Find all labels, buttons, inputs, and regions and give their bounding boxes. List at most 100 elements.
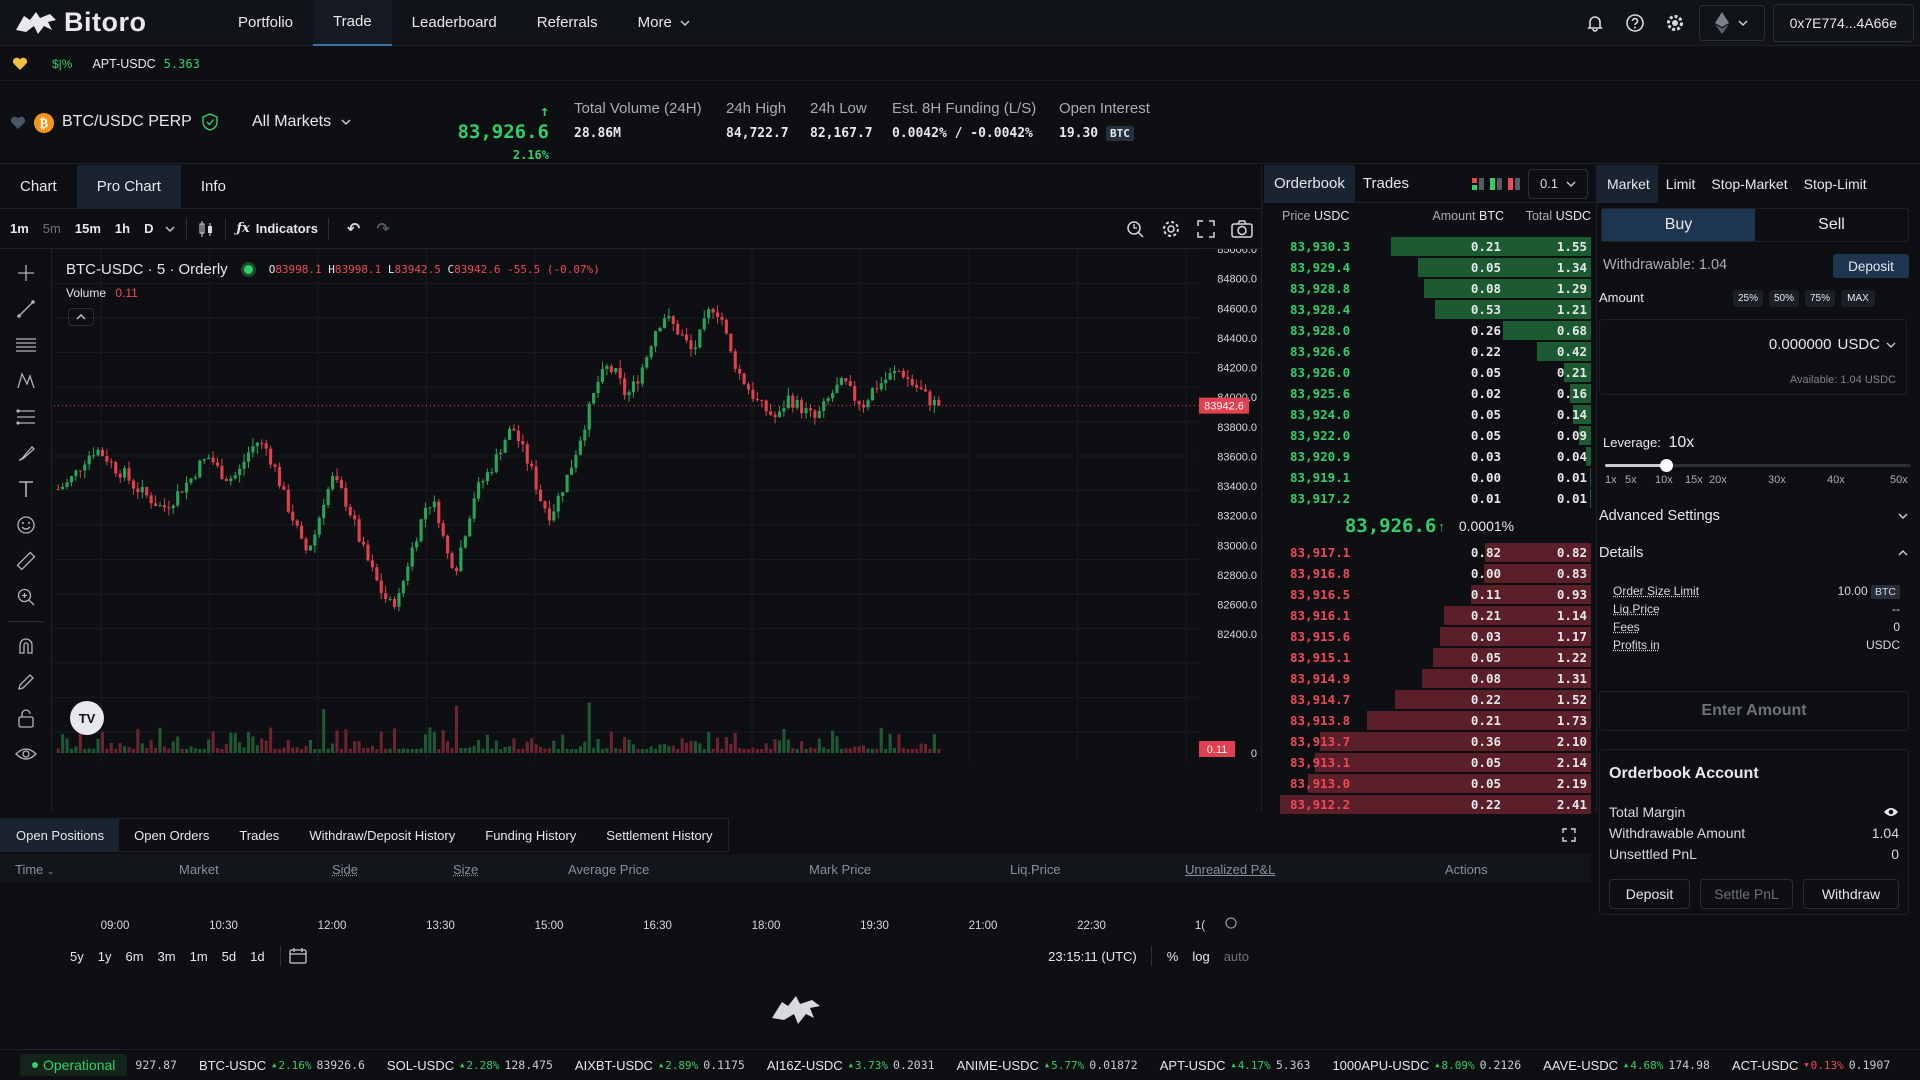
heart-outline-icon[interactable] [10,116,26,130]
bid-row[interactable]: 83,915.1 0.05 1.22 [1268,647,1591,668]
ticker-item[interactable]: 1000APU-USDC ▲ 8.09% 0.2126 [1332,1058,1521,1073]
amount-input-box[interactable]: 0.000000 USDC Available: 1.04 USDC [1599,319,1907,395]
projection-icon[interactable] [0,399,52,435]
col-time[interactable]: Time ⌄ [15,862,55,877]
screenshot-camera-icon[interactable] [1231,219,1253,238]
bid-row[interactable]: 83,914.7 0.22 1.52 [1268,689,1591,710]
settle-pnl-button[interactable]: Settle PnL [1700,879,1793,909]
expand-icon[interactable] [1562,828,1576,842]
brush-icon[interactable] [0,435,52,471]
price-axis[interactable]: 85000.084800.084600.084400.084200.084000… [1199,249,1262,761]
ticker-item[interactable]: AAVE-USDC ▲ 4.68% 174.98 [1543,1058,1710,1073]
enter-amount-button[interactable]: Enter Amount [1599,691,1909,731]
pct-25-button[interactable]: 25% [1733,290,1763,307]
market-pair[interactable]: BTC/USDC PERP [62,113,192,131]
timeframe-15m[interactable]: 15m [68,221,108,236]
leverage-slider-handle[interactable] [1660,459,1674,472]
lock-icon[interactable] [0,700,52,736]
bid-row[interactable]: 83,913.7 0.36 2.10 [1268,731,1591,752]
buy-button[interactable]: Buy [1602,209,1755,241]
bid-row[interactable]: 83,913.1 0.05 2.14 [1268,752,1591,773]
timeframe-1h[interactable]: 1h [108,221,137,236]
ticker-item[interactable]: ANIME-USDC ▲ 5.77% 0.01872 [957,1058,1138,1073]
status-badge[interactable]: Operational [20,1054,128,1076]
ask-row[interactable]: 83,922.0 0.05 0.09 [1268,425,1591,446]
lev-mark[interactable]: 1x [1605,474,1617,486]
precision-dropdown[interactable]: 0.1 [1528,168,1588,199]
lock-pencil-icon[interactable] [0,664,52,700]
settings-gear-icon[interactable] [1659,7,1691,39]
heart-icon[interactable] [12,57,28,71]
view-both-icon[interactable] [1472,177,1484,190]
fullscreen-icon[interactable] [1197,219,1215,238]
redo-icon[interactable]: ↷ [376,219,389,239]
ticker-item[interactable]: SOL-USDC ▲ 2.28% 128.475 [387,1058,553,1073]
all-markets-dropdown[interactable]: All Markets [252,113,353,131]
tab-orderbook[interactable]: Orderbook [1264,164,1355,203]
candlestick-chart[interactable] [54,249,1199,761]
brand-logo[interactable]: Bitoro [14,7,214,38]
tab-trades[interactable]: Trades [224,819,294,851]
ask-row[interactable]: 83,926.0 0.05 0.21 [1268,362,1591,383]
tab-open-orders[interactable]: Open Orders [119,819,224,851]
help-icon[interactable] [1619,7,1651,39]
ticker-item[interactable]: BTC-USDC ▲ 2.16% 83926.6 [199,1058,365,1073]
text-tool-icon[interactable] [0,471,52,507]
order-type-stop-limit[interactable]: Stop-Limit [1796,176,1875,192]
watch-symbol[interactable]: APT-USDC [92,57,155,71]
wallet-address-button[interactable]: 0x7E774...4A66e [1772,4,1914,42]
nav-portfolio[interactable]: Portfolio [218,0,313,46]
bid-row[interactable]: 83,914.9 0.08 1.31 [1268,668,1591,689]
advanced-settings-toggle[interactable]: Advanced Settings [1599,508,1909,524]
tab-funding-history[interactable]: Funding History [470,819,591,851]
collapse-legend-button[interactable] [68,308,94,326]
magnet-icon[interactable] [0,628,52,664]
bid-row[interactable]: 83,915.6 0.03 1.17 [1268,626,1591,647]
ticker-item[interactable]: ACT-USDC ▼ 0.13% 0.1907 [1732,1058,1890,1073]
pattern-icon[interactable] [0,363,52,399]
trendline-icon[interactable] [0,291,52,327]
ask-row[interactable]: 83,919.1 0.00 0.01 [1268,467,1591,488]
tab-pro-chart[interactable]: Pro Chart [76,164,181,209]
lev-mark[interactable]: 15x [1685,474,1703,486]
view-bids-icon[interactable] [1490,177,1502,190]
lev-mark[interactable]: 20x [1709,474,1727,486]
crosshair-icon[interactable] [0,255,52,291]
ask-row[interactable]: 83,920.9 0.03 0.04 [1268,446,1591,467]
deposit-button-small[interactable]: Deposit [1833,254,1909,278]
eye-icon[interactable] [1883,806,1899,818]
nav-leaderboard[interactable]: Leaderboard [392,0,517,46]
tab-settlement-history[interactable]: Settlement History [591,819,727,851]
bid-row[interactable]: 83,916.5 0.11 0.93 [1268,584,1591,605]
timeframe-1m[interactable]: 1m [3,221,36,236]
ticker-item[interactable]: AIXBT-USDC ▲ 2.89% 0.1175 [575,1058,745,1073]
ask-row[interactable]: 83,924.0 0.05 0.14 [1268,404,1591,425]
fib-retracement-icon[interactable] [0,327,52,363]
ask-row[interactable]: 83,925.6 0.02 0.16 [1268,383,1591,404]
undo-icon[interactable]: ↶ [347,219,360,239]
timeframe-d[interactable]: D [137,221,160,236]
bid-row[interactable]: 83,912.2 0.22 2.41 [1268,794,1591,815]
ask-row[interactable]: 83,928.4 0.53 1.21 [1268,299,1591,320]
lev-mark[interactable]: 5x [1625,474,1637,486]
zoom-in-icon[interactable] [0,579,52,615]
view-asks-icon[interactable] [1508,177,1520,190]
pct-50-button[interactable]: 50% [1769,290,1799,307]
ask-row[interactable]: 83,929.4 0.05 1.34 [1268,257,1591,278]
ask-row[interactable]: 83,930.3 0.21 1.55 [1268,236,1591,257]
amount-unit-select[interactable]: USDC [1837,336,1880,353]
chain-selector[interactable] [1698,5,1765,41]
quick-search-icon[interactable] [1125,219,1145,239]
bid-row[interactable]: 83,916.8 0.00 0.83 [1268,563,1591,584]
ticker-item[interactable]: APT-USDC ▲ 4.17% 5.363 [1160,1058,1311,1073]
emoji-icon[interactable] [0,507,52,543]
timeframe-5m[interactable]: 5m [36,221,68,236]
pct-75-button[interactable]: 75% [1805,290,1835,307]
order-type-stop-market[interactable]: Stop-Market [1703,176,1795,192]
notification-bell-icon[interactable] [1579,7,1611,39]
indicators-button[interactable]: ƒx Indicators [236,221,317,236]
chevron-down-icon[interactable] [164,223,176,235]
bid-row[interactable]: 83,917.1 0.82 0.82 [1268,542,1591,563]
tab-trades[interactable]: Trades [1355,165,1417,203]
eye-visibility-icon[interactable] [0,736,52,772]
